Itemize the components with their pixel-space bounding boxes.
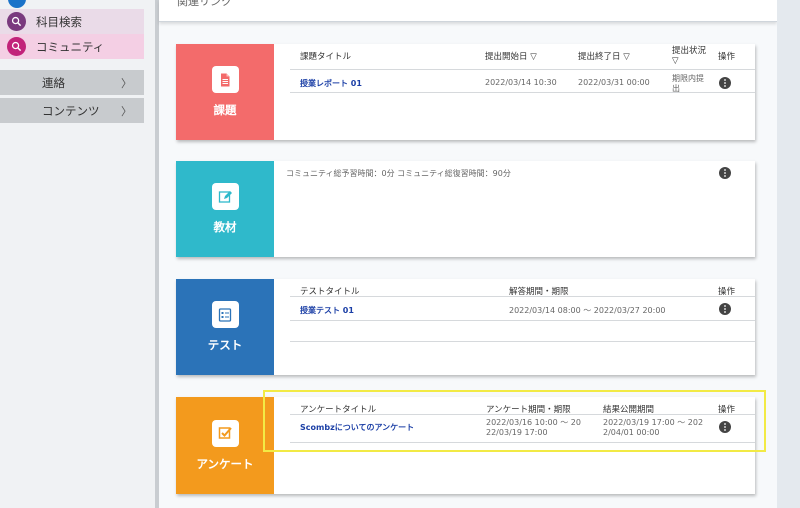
test-tile[interactable]: テスト: [176, 279, 274, 375]
tile-label: テスト: [207, 338, 243, 352]
column-header-title: 課題タイトル: [300, 52, 352, 62]
right-margin: [777, 0, 800, 508]
column-header-status[interactable]: 提出状況 ▽: [672, 46, 706, 66]
sidebar-item-contact[interactable]: 連絡 〉: [0, 70, 144, 95]
row-divider: [290, 320, 755, 321]
row-divider: [290, 341, 755, 342]
more-options-icon[interactable]: [719, 303, 731, 315]
checklist-icon: [211, 301, 239, 328]
study-time-summary: コミュニティ総予習時間：0分 コミュニティ総復習時間：90分: [286, 169, 511, 178]
sidebar-item-community[interactable]: コミュニティ: [0, 34, 144, 59]
edit-icon: [211, 183, 239, 210]
sidebar-item-label: コミュニティ: [36, 39, 105, 54]
assignment-status: 期限内提出: [672, 74, 704, 93]
document-icon: [211, 66, 239, 93]
highlight-box: [263, 390, 766, 452]
test-period: 2022/03/14 08:00 ～ 2022/03/27 20:00: [509, 306, 666, 315]
assignment-start: 2022/03/14 10:30: [485, 78, 557, 87]
test-link[interactable]: 授業テスト 01: [300, 305, 354, 316]
checkbox-icon: [211, 419, 239, 447]
top-nav-icon[interactable]: [8, 0, 26, 8]
header-divider: [290, 69, 755, 70]
section-header: 関連リンク: [159, 0, 777, 22]
tile-label: 課題: [213, 103, 237, 117]
more-options-icon[interactable]: [719, 77, 731, 89]
chevron-right-icon: 〉: [121, 105, 132, 118]
test-card: テスト テストタイトル 解答期間・期限 操作 授業テスト 01 2022/03/…: [176, 279, 755, 375]
survey-tile[interactable]: アンケート: [176, 397, 274, 494]
assignment-card: 課題 課題タイトル 提出開始日 ▽ 提出終了日 ▽ 提出状況 ▽ 操作 授業レポ…: [176, 44, 755, 140]
sidebar-item-label: コンテンツ: [42, 103, 100, 118]
sidebar-item-label: 連絡: [42, 75, 65, 90]
sidebar: 科目検索 コミュニティ 連絡 〉 コンテンツ 〉: [0, 0, 155, 508]
assignment-end: 2022/03/31 00:00: [578, 78, 650, 87]
sidebar-item-label: 科目検索: [36, 14, 82, 29]
column-header-end[interactable]: 提出終了日 ▽: [578, 50, 630, 62]
tile-label: 教材: [213, 220, 237, 234]
material-card: 教材 コミュニティ総予習時間：0分 コミュニティ総復習時間：90分: [176, 161, 755, 257]
section-title: 関連リンク: [177, 0, 232, 8]
column-header-ops: 操作: [718, 52, 736, 62]
material-tile[interactable]: 教材: [176, 161, 274, 257]
header-divider: [290, 296, 755, 297]
assignment-link[interactable]: 授業レポート 01: [300, 78, 362, 89]
more-options-icon[interactable]: [719, 167, 731, 179]
sidebar-item-course-search[interactable]: 科目検索: [0, 9, 144, 34]
search-icon: [7, 37, 26, 56]
column-header-start[interactable]: 提出開始日 ▽: [485, 50, 537, 62]
row-divider: [290, 92, 755, 93]
chevron-right-icon: 〉: [121, 77, 132, 90]
assignment-tile[interactable]: 課題: [176, 44, 274, 140]
search-icon: [7, 12, 26, 31]
tile-label: アンケート: [196, 456, 254, 471]
sidebar-item-contents[interactable]: コンテンツ 〉: [0, 98, 144, 123]
